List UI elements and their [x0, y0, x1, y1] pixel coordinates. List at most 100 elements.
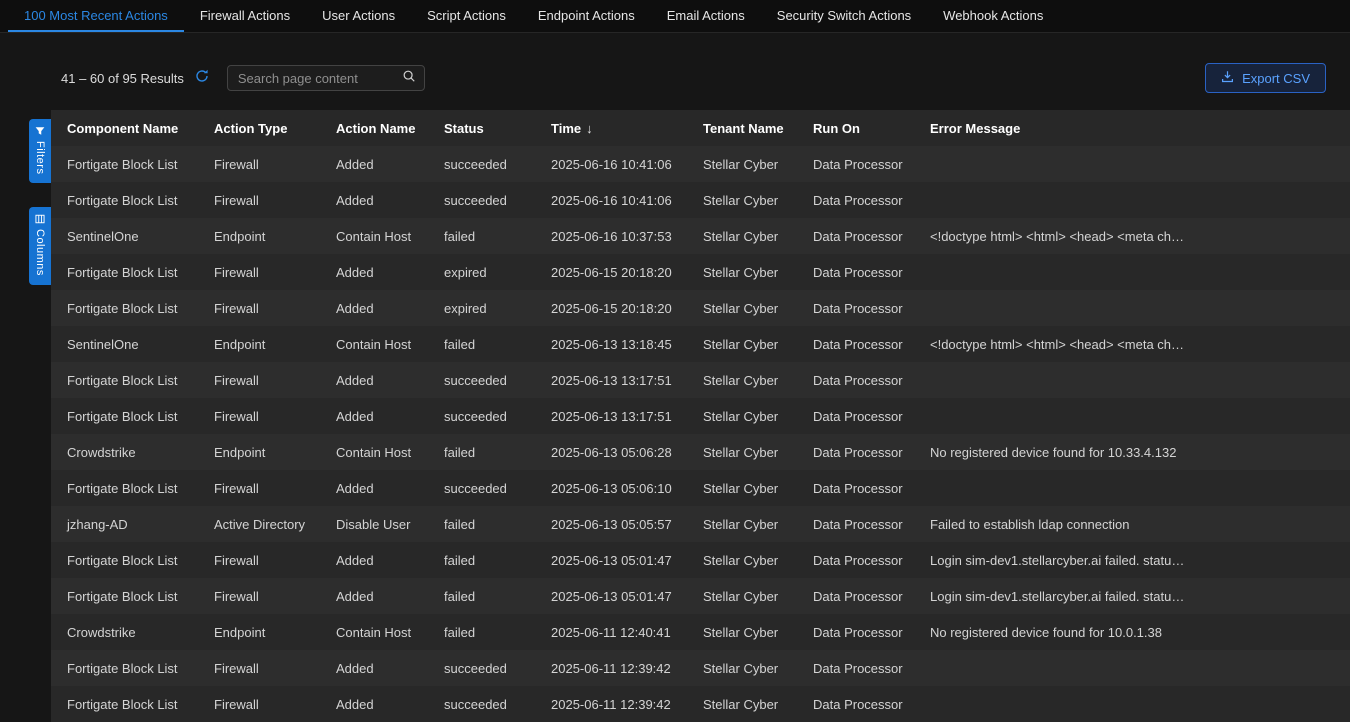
- cell-status: expired: [444, 265, 551, 280]
- cell-status: failed: [444, 589, 551, 604]
- cell-status: succeeded: [444, 193, 551, 208]
- cell-action-type: Firewall: [214, 193, 336, 208]
- cell-time: 2025-06-13 13:18:45: [551, 337, 703, 352]
- cell-status: failed: [444, 229, 551, 244]
- cell-action-type: Firewall: [214, 265, 336, 280]
- cell-component-name: Fortigate Block List: [51, 409, 214, 424]
- export-csv-button[interactable]: Export CSV: [1205, 63, 1326, 93]
- cell-run-on: Data Processor: [813, 481, 930, 496]
- table-row[interactable]: SentinelOneEndpointContain Hostfailed202…: [51, 326, 1350, 362]
- cell-status: succeeded: [444, 373, 551, 388]
- table-row[interactable]: Fortigate Block ListFirewallAddedfailed2…: [51, 578, 1350, 614]
- cell-action-type: Endpoint: [214, 229, 336, 244]
- cell-component-name: Crowdstrike: [51, 625, 214, 640]
- tab-email-actions[interactable]: Email Actions: [651, 0, 761, 32]
- tab-webhook-actions[interactable]: Webhook Actions: [927, 0, 1059, 32]
- columns-icon: [35, 214, 45, 224]
- cell-component-name: Crowdstrike: [51, 445, 214, 460]
- cell-action-name: Added: [336, 409, 444, 424]
- cell-action-type: Active Directory: [214, 517, 336, 532]
- col-header-action-name[interactable]: Action Name: [336, 121, 444, 136]
- cell-action-type: Endpoint: [214, 445, 336, 460]
- tab-endpoint-actions[interactable]: Endpoint Actions: [522, 0, 651, 32]
- cell-action-name: Contain Host: [336, 229, 444, 244]
- results-count: 41 – 60 of 95 Results: [61, 71, 184, 86]
- cell-tenant-name: Stellar Cyber: [703, 517, 813, 532]
- cell-action-name: Added: [336, 265, 444, 280]
- table-row[interactable]: jzhang-ADActive DirectoryDisable Userfai…: [51, 506, 1350, 542]
- table-row[interactable]: Fortigate Block ListFirewallAddedsucceed…: [51, 146, 1350, 182]
- cell-tenant-name: Stellar Cyber: [703, 265, 813, 280]
- cell-error-message: No registered device found for 10.0.1.38: [930, 625, 1350, 640]
- cell-time: 2025-06-11 12:39:42: [551, 697, 703, 712]
- main-area: Filters Columns Component NameAction Type…: [0, 110, 1350, 722]
- col-header-time[interactable]: Time↓: [551, 121, 703, 136]
- cell-action-type: Firewall: [214, 661, 336, 676]
- cell-run-on: Data Processor: [813, 409, 930, 424]
- cell-time: 2025-06-13 13:17:51: [551, 409, 703, 424]
- table-row[interactable]: Fortigate Block ListFirewallAddedsucceed…: [51, 686, 1350, 722]
- cell-time: 2025-06-11 12:39:42: [551, 661, 703, 676]
- cell-action-type: Firewall: [214, 481, 336, 496]
- cell-action-name: Added: [336, 481, 444, 496]
- col-header-component-name[interactable]: Component Name: [51, 121, 214, 136]
- tab-firewall-actions[interactable]: Firewall Actions: [184, 0, 306, 32]
- cell-component-name: Fortigate Block List: [51, 157, 214, 172]
- cell-component-name: Fortigate Block List: [51, 265, 214, 280]
- refresh-button[interactable]: [195, 69, 209, 88]
- col-header-action-type[interactable]: Action Type: [214, 121, 336, 136]
- table-row[interactable]: Fortigate Block ListFirewallAddedfailed2…: [51, 542, 1350, 578]
- cell-status: failed: [444, 553, 551, 568]
- table-row[interactable]: CrowdstrikeEndpointContain Hostfailed202…: [51, 434, 1350, 470]
- table-row[interactable]: Fortigate Block ListFirewallAddedsucceed…: [51, 182, 1350, 218]
- table-row[interactable]: Fortigate Block ListFirewallAddedsucceed…: [51, 650, 1350, 686]
- cell-status: failed: [444, 625, 551, 640]
- side-tabs: Filters Columns: [29, 110, 51, 285]
- table-row[interactable]: Fortigate Block ListFirewallAddedexpired…: [51, 254, 1350, 290]
- col-header-run-on[interactable]: Run On: [813, 121, 930, 136]
- cell-component-name: jzhang-AD: [51, 517, 214, 532]
- cell-tenant-name: Stellar Cyber: [703, 157, 813, 172]
- cell-component-name: Fortigate Block List: [51, 481, 214, 496]
- filter-icon: [35, 126, 45, 136]
- cell-status: succeeded: [444, 661, 551, 676]
- col-header-status[interactable]: Status: [444, 121, 551, 136]
- cell-time: 2025-06-13 05:01:47: [551, 553, 703, 568]
- cell-error-message: Login sim-dev1.stellarcyber.ai failed. s…: [930, 589, 1350, 604]
- cell-time: 2025-06-16 10:41:06: [551, 193, 703, 208]
- table-row[interactable]: Fortigate Block ListFirewallAddedsucceed…: [51, 398, 1350, 434]
- cell-tenant-name: Stellar Cyber: [703, 553, 813, 568]
- cell-time: 2025-06-16 10:41:06: [551, 157, 703, 172]
- side-tab-columns[interactable]: Columns: [29, 207, 51, 285]
- tab-script-actions[interactable]: Script Actions: [411, 0, 522, 32]
- cell-status: expired: [444, 301, 551, 316]
- tab-user-actions[interactable]: User Actions: [306, 0, 411, 32]
- side-tab-filters[interactable]: Filters: [29, 119, 51, 183]
- cell-run-on: Data Processor: [813, 157, 930, 172]
- table-row[interactable]: Fortigate Block ListFirewallAddedsucceed…: [51, 362, 1350, 398]
- cell-action-name: Added: [336, 697, 444, 712]
- table-row[interactable]: CrowdstrikeEndpointContain Hostfailed202…: [51, 614, 1350, 650]
- cell-component-name: Fortigate Block List: [51, 373, 214, 388]
- col-header-error-message[interactable]: Error Message: [930, 121, 1350, 136]
- tab-100-most-recent-actions[interactable]: 100 Most Recent Actions: [8, 0, 184, 32]
- cell-run-on: Data Processor: [813, 265, 930, 280]
- table-row[interactable]: Fortigate Block ListFirewallAddedexpired…: [51, 290, 1350, 326]
- col-header-tenant-name[interactable]: Tenant Name: [703, 121, 813, 136]
- cell-status: succeeded: [444, 409, 551, 424]
- cell-run-on: Data Processor: [813, 697, 930, 712]
- search-icon[interactable]: [402, 69, 416, 88]
- cell-tenant-name: Stellar Cyber: [703, 229, 813, 244]
- search-input[interactable]: [236, 70, 402, 87]
- cell-run-on: Data Processor: [813, 337, 930, 352]
- tab-security-switch-actions[interactable]: Security Switch Actions: [761, 0, 927, 32]
- cell-action-name: Added: [336, 373, 444, 388]
- table-row[interactable]: SentinelOneEndpointContain Hostfailed202…: [51, 218, 1350, 254]
- download-icon: [1221, 70, 1234, 86]
- cell-run-on: Data Processor: [813, 517, 930, 532]
- cell-error-message: Failed to establish ldap connection: [930, 517, 1350, 532]
- table-row[interactable]: Fortigate Block ListFirewallAddedsucceed…: [51, 470, 1350, 506]
- cell-status: succeeded: [444, 481, 551, 496]
- cell-action-type: Firewall: [214, 373, 336, 388]
- cell-action-name: Contain Host: [336, 445, 444, 460]
